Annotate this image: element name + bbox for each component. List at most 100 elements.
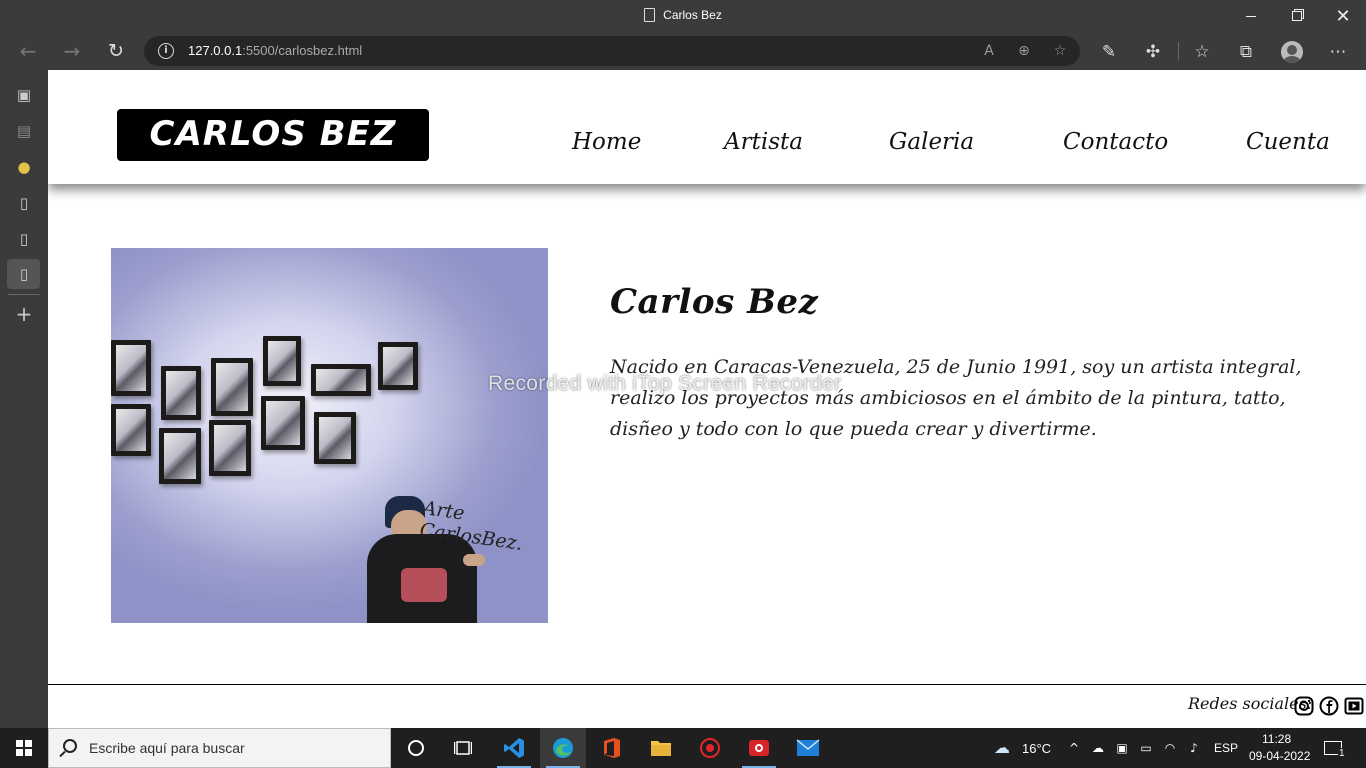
windows-logo-icon [25,749,32,756]
minimize-button[interactable] [1228,0,1274,32]
task-view-button[interactable] [440,728,486,768]
screen-recorder-icon [749,740,769,756]
back-button[interactable]: ← [14,38,42,64]
site-header: CARLOS BEZ Home Artista Galeria Contacto… [48,70,1366,184]
mail-icon [796,739,820,756]
nav-contacto[interactable]: Contacto [1063,129,1168,155]
taskbar-app-red[interactable] [687,728,733,768]
show-hidden-icons-chevron-icon[interactable]: ^ [1066,740,1082,756]
windows-taskbar: Escribe aquí para buscar ☁ 16°C ^ ☁ ▣ ▭ … [0,728,1366,768]
restore-button[interactable] [1274,0,1320,32]
tab-icon-1[interactable]: ▤ [14,121,34,141]
page-icon [644,8,656,22]
person-hand [463,554,485,566]
web-page: CARLOS BEZ Home Artista Galeria Contacto… [48,70,1366,728]
taskbar-vscode[interactable] [491,728,537,768]
profile-avatar[interactable] [1281,41,1303,63]
nav-artista[interactable]: Artista [724,129,803,155]
more-menu-icon[interactable]: ⋯ [1327,41,1349,63]
site-info-icon[interactable]: i [158,43,174,59]
cortana-icon [408,740,424,756]
back-arrow-icon: ← [19,39,37,63]
forward-button[interactable]: → [58,38,86,64]
youtube-icon[interactable] [1344,696,1364,716]
minimize-icon [1246,15,1256,17]
forward-arrow-icon: → [63,39,81,63]
battery-icon[interactable]: ▭ [1138,740,1154,756]
address-bar[interactable]: i 127.0.0.1:5500/carlosbez.html A ⊕ ☆ [144,36,1080,66]
taskbar-file-explorer[interactable] [638,728,684,768]
reload-icon: ↻ [108,40,124,62]
reload-button[interactable]: ↻ [102,38,130,64]
tab-doc-icon-active[interactable]: ▯ [14,264,34,284]
artwork-frame [209,420,251,476]
pen-extension-icon[interactable]: ✎ [1098,41,1120,63]
read-aloud-icon[interactable]: A [978,41,1000,61]
search-icon [63,739,77,753]
vscode-icon [504,738,524,758]
artwork-frame [211,358,253,416]
tab-doc-icon-2[interactable]: ▯ [14,229,34,249]
search-placeholder: Escribe aquí para buscar [89,740,245,756]
collections-icon[interactable]: ⧉ [1235,41,1257,63]
extensions-icon[interactable]: ✣ [1142,41,1164,63]
artist-photo: Arte CarlosBez. [111,248,548,623]
start-button[interactable] [16,740,32,756]
artwork-frame [111,340,151,396]
task-view-icon [454,741,472,755]
windows-logo-icon [16,740,23,747]
close-button[interactable]: ✕ [1320,0,1366,32]
taskbar-mail[interactable] [785,728,831,768]
favorites-icon[interactable]: ☆ [1191,41,1213,63]
add-favorite-icon[interactable]: ☆ [1049,41,1071,61]
vertical-tabs-sidebar: ▣ ▤ ● ▯ ▯ ▯ + [0,70,48,728]
artist-bio: Nacido en Caracas-Venezuela, 25 de Junio… [610,356,1302,440]
tab-doc-icon-1[interactable]: ▯ [14,193,34,213]
url-host: 127.0.0.1 [188,43,243,58]
edge-icon [553,738,573,758]
taskbar-screen-recorder[interactable] [736,728,782,768]
hoodie-print [401,568,447,602]
weather-temp[interactable]: 16°C [1022,741,1051,756]
artwork-frame [311,364,371,396]
clock-date[interactable]: 09-04-2022 [1249,749,1310,763]
close-icon: ✕ [1335,5,1351,27]
onedrive-icon[interactable]: ☁ [1090,740,1106,756]
restore-icon [1292,11,1302,21]
url-path: :5500/carlosbez.html [242,43,363,58]
taskbar-edge[interactable] [540,728,586,768]
taskbar-office[interactable] [589,728,635,768]
cortana-button[interactable] [393,728,439,768]
artwork-frame [161,366,201,420]
site-logo[interactable]: CARLOS BEZ [117,109,429,161]
facebook-icon[interactable] [1319,696,1339,716]
zoom-icon[interactable]: ⊕ [1013,41,1035,61]
recorder-watermark: Recorded with iTop Screen Recorder [488,372,842,395]
window-titlebar: Carlos Bez ✕ [0,0,1366,32]
taskbar-search[interactable]: Escribe aquí para buscar [48,728,391,768]
volume-icon[interactable]: ♪ [1186,740,1202,756]
artwork-frame [263,336,301,386]
recorder-settings-icon [700,738,720,758]
weather-cloud-icon[interactable]: ☁ [990,740,1014,756]
artwork-frame [314,412,356,464]
artwork-frame [378,342,418,390]
tab-icon-2[interactable]: ● [14,157,34,177]
wifi-icon[interactable]: ◠ [1162,740,1178,756]
window-title: Carlos Bez [0,8,1366,22]
url-text[interactable]: 127.0.0.1:5500/carlosbez.html [188,43,362,58]
sidebar-divider [8,294,40,295]
nav-home[interactable]: Home [572,129,641,155]
new-tab-icon[interactable]: + [14,304,34,324]
footer-divider [48,684,1366,685]
camera-icon[interactable]: ▣ [1114,740,1130,756]
clock-time[interactable]: 11:28 [1262,732,1291,746]
nav-galeria[interactable]: Galeria [889,129,974,155]
tab-actions-icon[interactable]: ▣ [14,85,34,105]
artwork-frame [159,428,201,484]
office-icon [604,738,620,758]
input-language[interactable]: ESP [1214,741,1238,755]
instagram-icon[interactable] [1294,696,1314,716]
nav-cuenta[interactable]: Cuenta [1246,129,1330,155]
artwork-frame [261,396,305,450]
